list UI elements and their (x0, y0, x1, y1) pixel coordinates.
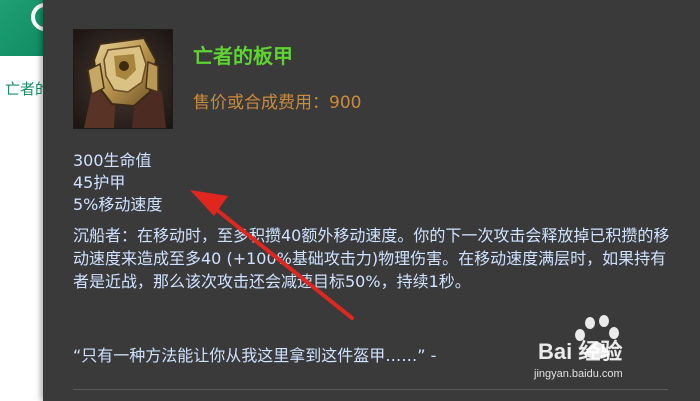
stat-health: 300生命值 (73, 151, 152, 170)
stat-move-speed: 5%移动速度 (73, 195, 163, 214)
item-tooltip: 亡者的板甲 售价或合成费用：900 300生命值 45护甲 5%移动速度 沉船者… (43, 0, 700, 401)
item-name: 亡者的板甲 (193, 44, 293, 68)
divider (73, 389, 668, 390)
item-passive-description: 沉船者：在移动时，至多积攒40额外移动速度。你的下一次攻击会释放掉已积攒的移动速… (73, 226, 670, 291)
item-quote: “只有一种方法能让你从我这里拿到这件盔甲……” - (73, 346, 437, 365)
stat-armor: 45护甲 (73, 173, 126, 192)
item-stats: 300生命值 45护甲 5%移动速度 (73, 150, 673, 216)
item-price: 售价或合成费用：900 (193, 93, 362, 113)
item-portrait (73, 29, 173, 129)
armor-icon (74, 30, 172, 128)
watermark-url: jingyan.baidu.com (534, 368, 623, 380)
